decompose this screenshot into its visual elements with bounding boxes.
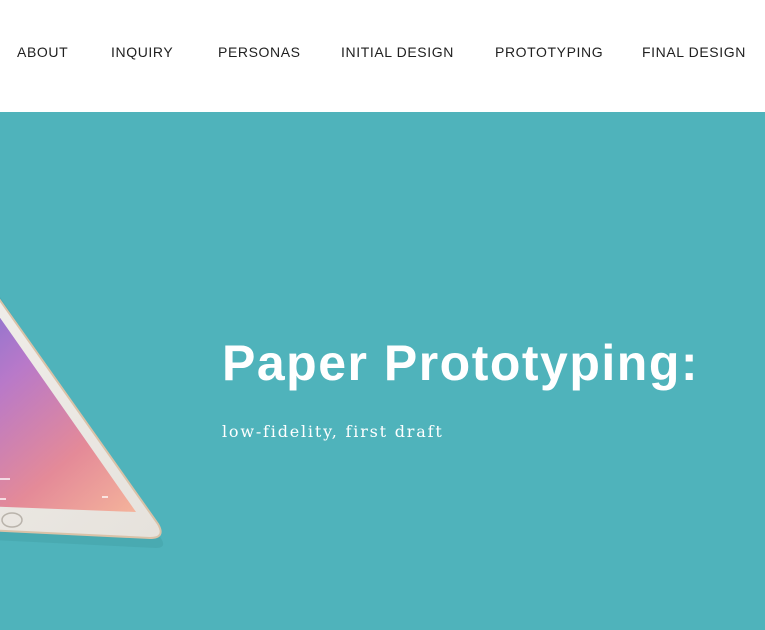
- hero-section: Paper Prototyping: low-fidelity, first d…: [0, 112, 765, 630]
- tablet-device-image: [0, 297, 164, 548]
- nav-item-about[interactable]: ABOUT: [17, 44, 68, 60]
- nav-item-initial-design[interactable]: INITIAL DESIGN: [341, 44, 454, 60]
- top-navigation: ABOUT INQUIRY PERSONAS INITIAL DESIGN PR…: [0, 0, 765, 112]
- nav-item-personas[interactable]: PERSONAS: [218, 44, 301, 60]
- hero-subtitle: low-fidelity, first draft: [222, 422, 444, 441]
- nav-item-prototyping[interactable]: PROTOTYPING: [495, 44, 603, 60]
- page: ABOUT INQUIRY PERSONAS INITIAL DESIGN PR…: [0, 0, 765, 630]
- nav-item-final-design[interactable]: FINAL DESIGN: [642, 44, 746, 60]
- nav-item-inquiry[interactable]: INQUIRY: [111, 44, 173, 60]
- hero-title: Paper Prototyping:: [222, 335, 700, 391]
